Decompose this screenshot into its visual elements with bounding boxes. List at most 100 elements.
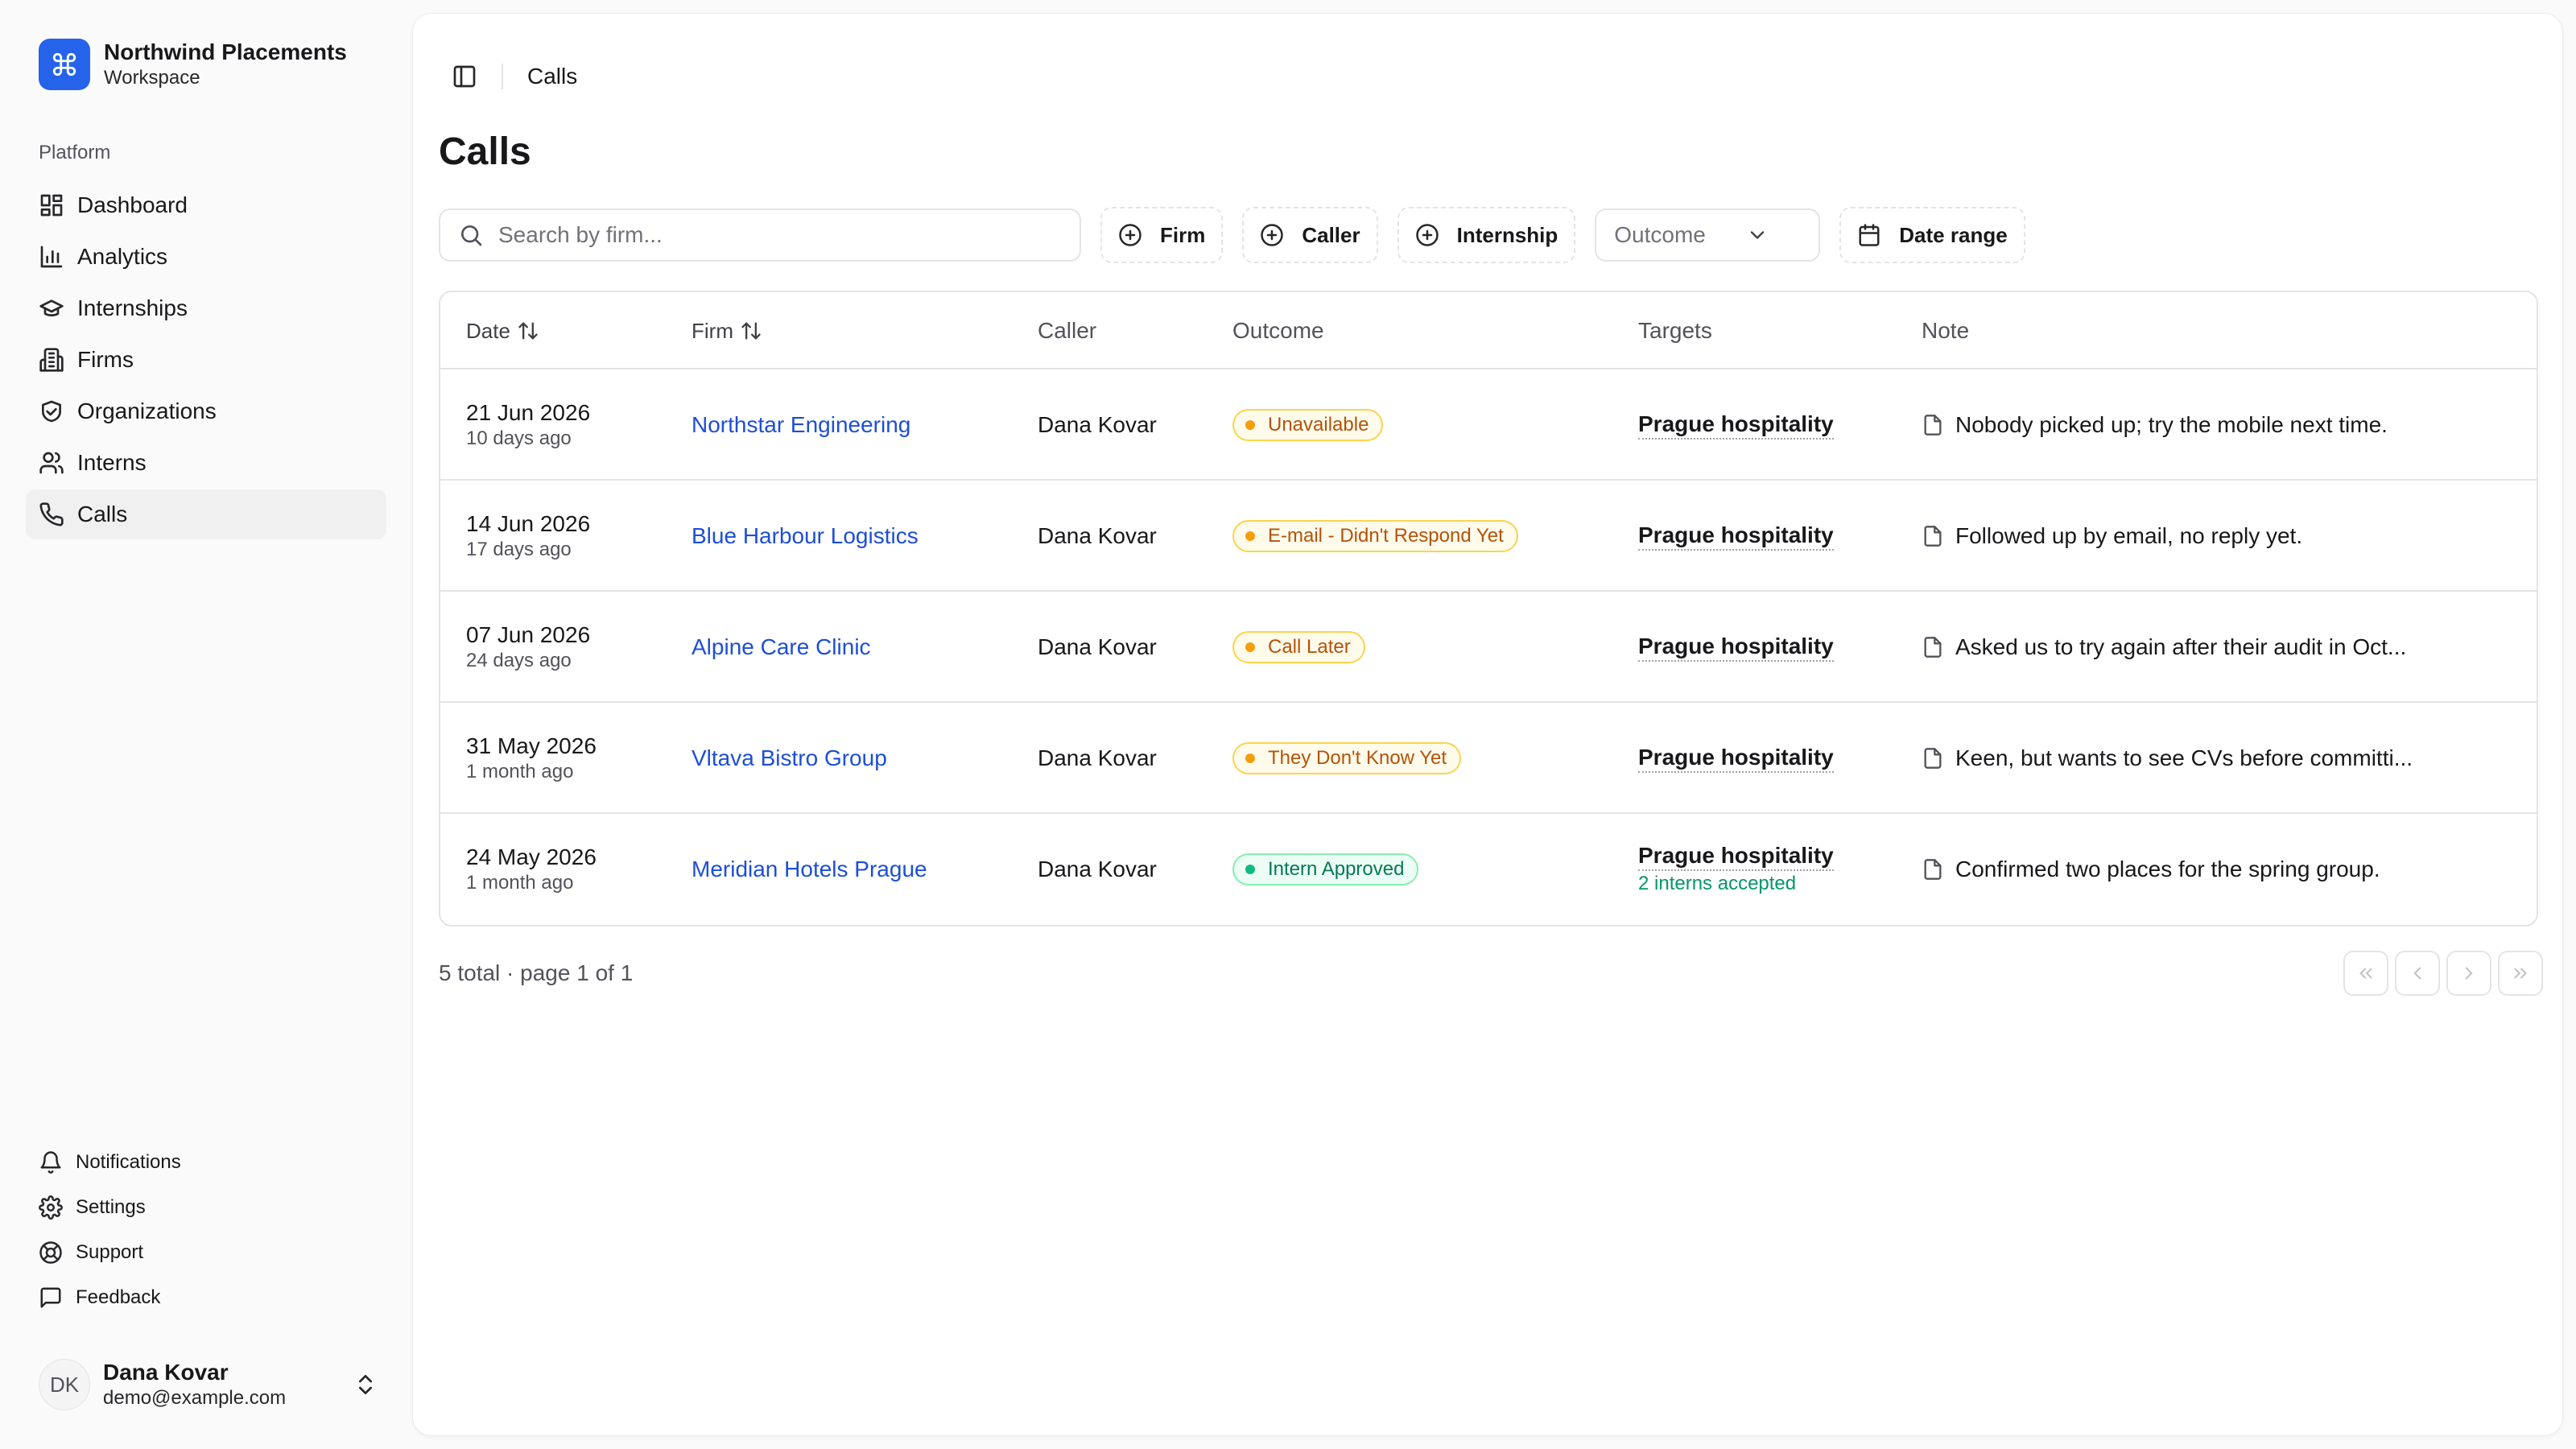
- brand[interactable]: Northwind Placements Workspace: [39, 39, 347, 90]
- outcome-label: Call Later: [1268, 636, 1351, 658]
- gear-icon: [39, 1195, 63, 1220]
- column-header-date[interactable]: Date: [466, 292, 539, 369]
- firm-link[interactable]: Blue Harbour Logistics: [691, 523, 919, 549]
- outcome-label: They Don't Know Yet: [1268, 747, 1447, 769]
- message-square-icon: [39, 1286, 63, 1310]
- caller-cell: Dana Kovar: [1038, 814, 1157, 925]
- target-link[interactable]: Prague hospitality: [1638, 522, 1834, 551]
- outcome-badge: Call Later: [1232, 631, 1365, 663]
- target-link[interactable]: Prague hospitality: [1638, 744, 1834, 773]
- sidebar-item-organizations[interactable]: Organizations: [26, 386, 386, 436]
- table-row[interactable]: 24 May 2026 1 month ago Meridian Hotels …: [440, 814, 2537, 925]
- firm-filter-button[interactable]: Firm: [1100, 207, 1224, 263]
- sidebar-item-label: Firms: [77, 347, 134, 372]
- table-row[interactable]: 14 Jun 2026 17 days ago Blue Harbour Log…: [440, 481, 2537, 592]
- sidebar-item-interns[interactable]: Interns: [26, 438, 386, 488]
- panel-left-icon: [452, 64, 477, 89]
- targets-cell: Prague hospitality 2 interns accepted: [1638, 814, 1834, 925]
- sidebar-item-dashboard[interactable]: Dashboard: [26, 180, 386, 230]
- sidebar-item-label: Dashboard: [77, 192, 188, 217]
- date-cell: 31 May 2026 1 month ago: [466, 703, 597, 814]
- file-icon: [1922, 525, 1944, 547]
- filter-bar: Firm Caller Internship Outcome Date rang…: [439, 207, 2025, 263]
- file-icon: [1922, 747, 1944, 770]
- outcome-cell: E-mail - Didn't Respond Yet: [1232, 481, 1518, 592]
- search-box: [439, 208, 1081, 262]
- caller-name: Dana Kovar: [1038, 745, 1157, 770]
- column-header-firm[interactable]: Firm: [691, 292, 762, 369]
- call-date: 21 Jun 2026: [466, 400, 591, 425]
- chevrons-up-down-icon: [353, 1372, 378, 1397]
- lifebuoy-icon: [39, 1241, 63, 1265]
- status-dot: [1245, 753, 1255, 763]
- firm-link[interactable]: Northstar Engineering: [691, 412, 910, 438]
- pagination: [2337, 951, 2543, 996]
- sidebar-toggle-button[interactable]: [439, 51, 490, 102]
- plus-circle-icon: [1260, 223, 1284, 247]
- sidebar-item-label: Analytics: [77, 244, 168, 269]
- note-cell: Followed up by email, no reply yet.: [1922, 481, 2302, 592]
- sort-arrows-icon: [517, 320, 539, 342]
- sidebar-item-settings[interactable]: Settings: [26, 1185, 386, 1230]
- note-text: Followed up by email, no reply yet.: [1955, 523, 2303, 548]
- caller-cell: Dana Kovar: [1038, 592, 1157, 703]
- bell-icon: [39, 1150, 63, 1174]
- first-page-button[interactable]: [2343, 951, 2388, 996]
- sidebar-item-internships[interactable]: Internships: [26, 283, 386, 333]
- table-row[interactable]: 21 Jun 2026 10 days ago Northstar Engine…: [440, 369, 2537, 481]
- note-text: Confirmed two places for the spring grou…: [1955, 857, 2380, 881]
- sidebar-item-notifications[interactable]: Notifications: [26, 1140, 386, 1185]
- plus-circle-icon: [1118, 223, 1142, 247]
- sidebar-item-analytics[interactable]: Analytics: [26, 232, 386, 282]
- sidebar-item-feedback[interactable]: Feedback: [26, 1275, 386, 1320]
- internship-filter-label: Internship: [1456, 222, 1558, 247]
- next-page-button[interactable]: [2446, 951, 2491, 996]
- note-cell: Keen, but wants to see CVs before commit…: [1922, 703, 2413, 814]
- firm-filter-label: Firm: [1160, 222, 1206, 247]
- file-icon: [1922, 636, 1944, 658]
- call-relative-date: 17 days ago: [466, 539, 572, 560]
- chevrons-right-icon: [2510, 963, 2531, 984]
- outcome-cell: Unavailable: [1232, 369, 1384, 481]
- table-row[interactable]: 31 May 2026 1 month ago Vltava Bistro Gr…: [440, 703, 2537, 814]
- firm-link[interactable]: Meridian Hotels Prague: [691, 857, 927, 882]
- file-icon: [1922, 414, 1944, 436]
- call-date: 31 May 2026: [466, 733, 597, 758]
- previous-page-button[interactable]: [2395, 951, 2440, 996]
- brand-name: Northwind Placements: [104, 39, 347, 64]
- outcome-select-placeholder: Outcome: [1614, 222, 1706, 247]
- date-range-button[interactable]: Date range: [1839, 207, 2025, 263]
- internship-filter-button[interactable]: Internship: [1397, 207, 1576, 263]
- bar-chart-icon: [39, 244, 64, 270]
- caller-filter-button[interactable]: Caller: [1242, 207, 1378, 263]
- breadcrumb: Calls: [527, 64, 578, 89]
- dashboard-icon: [39, 192, 64, 218]
- firm-link[interactable]: Vltava Bistro Group: [691, 745, 887, 771]
- call-date: 24 May 2026: [466, 844, 597, 869]
- target-link[interactable]: Prague hospitality: [1638, 842, 1834, 871]
- note-cell: Nobody picked up; try the mobile next ti…: [1922, 369, 2388, 481]
- caller-cell: Dana Kovar: [1038, 369, 1157, 481]
- firm-cell: Meridian Hotels Prague: [691, 814, 927, 925]
- firm-link[interactable]: Alpine Care Clinic: [691, 634, 871, 660]
- outcome-select[interactable]: Outcome: [1595, 208, 1821, 262]
- outcome-badge: E-mail - Didn't Respond Yet: [1232, 520, 1518, 552]
- firm-cell: Vltava Bistro Group: [691, 703, 887, 814]
- outcome-cell: Call Later: [1232, 592, 1365, 703]
- status-dot: [1245, 865, 1255, 874]
- calendar-icon: [1857, 223, 1881, 247]
- column-header-targets: Targets: [1638, 318, 1712, 343]
- last-page-button[interactable]: [2498, 951, 2543, 996]
- sidebar-item-support[interactable]: Support: [26, 1230, 386, 1275]
- user-menu[interactable]: DK Dana Kovar demo@example.com: [39, 1357, 385, 1412]
- table-row[interactable]: 07 Jun 2026 24 days ago Alpine Care Clin…: [440, 592, 2537, 703]
- target-link[interactable]: Prague hospitality: [1638, 411, 1834, 440]
- users-icon: [39, 450, 64, 476]
- sidebar-item-calls[interactable]: Calls: [26, 489, 386, 539]
- search-input[interactable]: [498, 222, 1080, 248]
- caller-cell: Dana Kovar: [1038, 703, 1157, 814]
- date-cell: 21 Jun 2026 10 days ago: [466, 369, 590, 481]
- sidebar-item-firms[interactable]: Firms: [26, 335, 386, 385]
- sidebar-item-label: Interns: [77, 450, 147, 475]
- target-link[interactable]: Prague hospitality: [1638, 633, 1834, 662]
